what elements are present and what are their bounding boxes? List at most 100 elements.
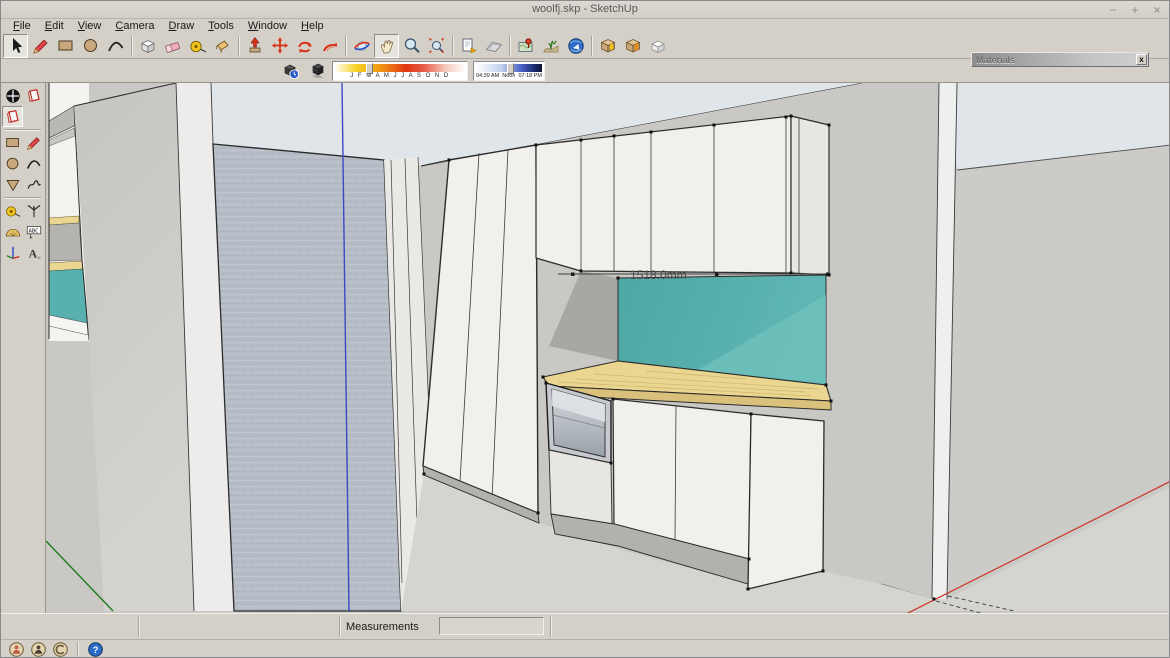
zoom-button[interactable] xyxy=(399,34,424,58)
toolbar-separator xyxy=(2,195,44,200)
materials-panel-title: Materials xyxy=(972,55,1136,65)
shadowdlg-icon xyxy=(281,61,301,81)
open-circle-icon xyxy=(52,641,69,658)
component-button[interactable] xyxy=(135,34,160,58)
person-dark-button[interactable] xyxy=(30,641,47,658)
date-labels: J F M A M J J A S O N D xyxy=(335,73,465,79)
paint-button[interactable] xyxy=(210,34,235,58)
menu-window[interactable]: Window xyxy=(241,19,294,33)
time-end-label: 07:18 PM xyxy=(518,73,542,79)
svg-text:?: ? xyxy=(93,645,99,655)
axes-button[interactable] xyxy=(23,200,44,221)
person-dark-icon xyxy=(30,641,47,658)
pushpull-button[interactable] xyxy=(242,34,267,58)
shadowdlg-button[interactable] xyxy=(278,59,303,83)
shadow-date-slider[interactable]: J F M A M J J A S O N D xyxy=(332,61,468,81)
close-button[interactable]: × xyxy=(1151,1,1163,19)
terrain-button[interactable] xyxy=(538,34,563,58)
exportimg-icon xyxy=(459,36,479,56)
rotate-icon xyxy=(295,36,315,56)
pencil-button[interactable] xyxy=(23,132,44,153)
materials-close-icon[interactable]: x xyxy=(1136,54,1147,65)
measurement-text: 1518.0mm xyxy=(630,268,687,282)
facestyle-button[interactable] xyxy=(23,85,44,106)
tape-button[interactable] xyxy=(185,34,210,58)
offset-icon xyxy=(320,36,340,56)
exportimg-button[interactable] xyxy=(456,34,481,58)
pushpull-icon xyxy=(245,36,265,56)
arc-button[interactable] xyxy=(103,34,128,58)
status-divider xyxy=(550,616,551,637)
shadowtog-icon xyxy=(308,61,328,81)
section-button[interactable] xyxy=(481,34,506,58)
getmodel-icon xyxy=(598,36,618,56)
model-viewport[interactable]: 1518.0mm xyxy=(46,83,1170,613)
menu-draw[interactable]: Draw xyxy=(162,19,202,33)
toolbar-separator xyxy=(128,35,135,57)
tape-button[interactable] xyxy=(2,200,23,221)
getmodel-button[interactable] xyxy=(595,34,620,58)
freehand-button[interactable] xyxy=(23,174,44,195)
sketchup-window: woolfj.skp - SketchUp − + × File Edit Vi… xyxy=(0,0,1170,658)
rotate-button[interactable] xyxy=(292,34,317,58)
menu-view[interactable]: View xyxy=(71,19,109,33)
pencil-icon xyxy=(31,36,51,56)
zoomext-button[interactable] xyxy=(424,34,449,58)
cursor-button[interactable] xyxy=(3,34,28,58)
text3d-button[interactable]: A xyxy=(23,242,44,263)
person-red-icon xyxy=(8,641,25,658)
textabc-button[interactable]: ABC xyxy=(23,221,44,242)
globe-button[interactable] xyxy=(563,34,588,58)
arc-icon xyxy=(106,36,126,56)
menu-edit[interactable]: Edit xyxy=(38,19,71,33)
maximize-button[interactable]: + xyxy=(1129,1,1141,19)
open-circle-button[interactable] xyxy=(52,641,69,658)
materials-panel[interactable]: Materials x xyxy=(971,52,1149,67)
left-wall-and-pillar xyxy=(74,83,434,611)
move-icon xyxy=(270,36,290,56)
sharemodel-button[interactable] xyxy=(620,34,645,58)
orbit-button[interactable] xyxy=(349,34,374,58)
menu-file[interactable]: File xyxy=(6,19,38,33)
toolbar-separator xyxy=(449,35,456,57)
compass-button[interactable] xyxy=(2,85,23,106)
terrain-icon xyxy=(541,36,561,56)
pan-button[interactable] xyxy=(374,34,399,58)
menu-help[interactable]: Help xyxy=(294,19,331,33)
measurements-input[interactable] xyxy=(439,617,544,635)
date-slider-handle[interactable] xyxy=(366,63,373,74)
addloc-button[interactable] xyxy=(513,34,538,58)
empty-slot xyxy=(23,106,44,127)
minimize-button[interactable]: − xyxy=(1107,1,1119,19)
polygon-button[interactable] xyxy=(2,174,23,195)
shadowtog-button[interactable] xyxy=(305,59,330,83)
person-red-button[interactable] xyxy=(8,641,25,658)
menu-tools[interactable]: Tools xyxy=(201,19,241,33)
menu-camera[interactable]: Camera xyxy=(108,19,161,33)
pencil-button[interactable] xyxy=(28,34,53,58)
facestyle-button[interactable] xyxy=(2,106,23,127)
circle-button[interactable] xyxy=(2,153,23,174)
freehand-icon xyxy=(25,176,43,194)
eraser-button[interactable] xyxy=(160,34,185,58)
help-bar: ? xyxy=(1,639,1169,658)
statusbar-separator xyxy=(74,642,82,658)
time-slider-handle[interactable] xyxy=(507,63,514,74)
rect-button[interactable] xyxy=(2,132,23,153)
help-button[interactable]: ? xyxy=(87,641,104,658)
protractor-button[interactable] xyxy=(2,221,23,242)
tape-icon xyxy=(188,36,208,56)
shadow-time-slider[interactable]: 04:39 AM Noon 07:18 PM xyxy=(473,61,545,81)
move-button[interactable] xyxy=(267,34,292,58)
offset-button[interactable] xyxy=(317,34,342,58)
orbit-icon xyxy=(352,36,372,56)
sharecomp-button[interactable] xyxy=(645,34,670,58)
cursor-icon xyxy=(6,36,26,56)
text3d-icon: A xyxy=(25,244,43,262)
axesrgb-button[interactable] xyxy=(2,242,23,263)
arc-button[interactable] xyxy=(23,153,44,174)
toolbar-separator xyxy=(235,35,242,57)
rect-button[interactable] xyxy=(53,34,78,58)
section-icon xyxy=(484,36,504,56)
circle-button[interactable] xyxy=(78,34,103,58)
